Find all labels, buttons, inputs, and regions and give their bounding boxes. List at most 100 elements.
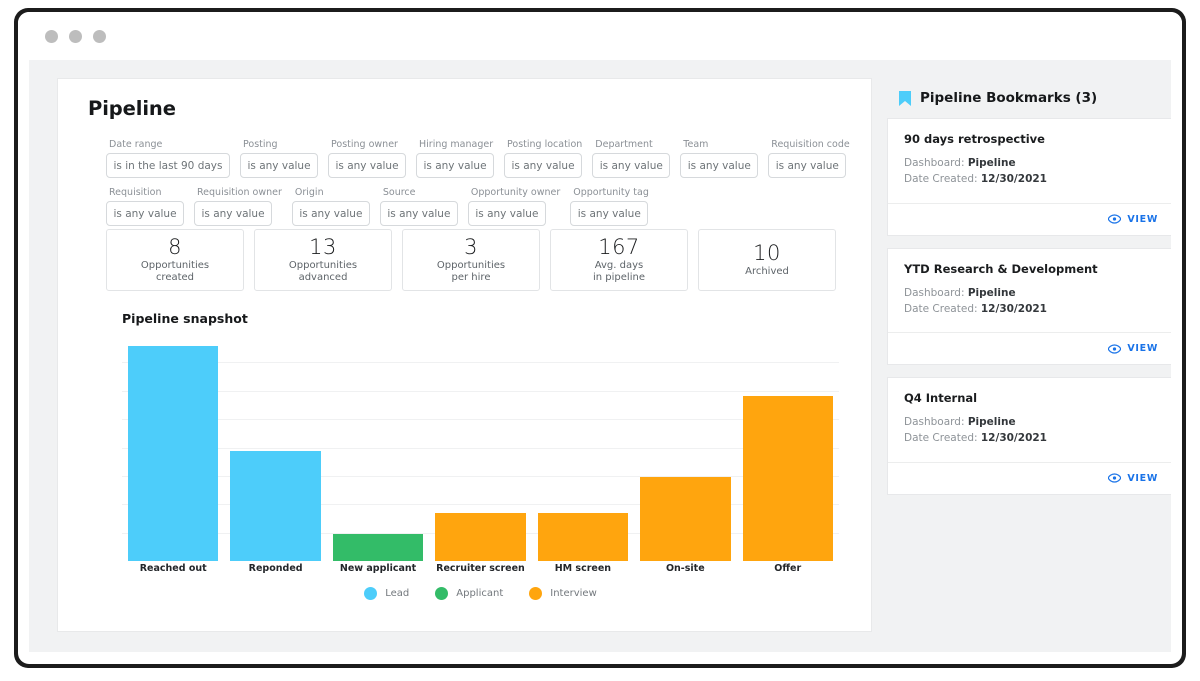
- filter-value-input[interactable]: is any value: [240, 153, 318, 178]
- view-button[interactable]: VIEW: [1108, 214, 1158, 225]
- chart-bar[interactable]: [128, 346, 218, 561]
- kpi-card: 3Opportunitiesper hire: [402, 229, 540, 291]
- view-button[interactable]: VIEW: [1108, 343, 1158, 354]
- filter-requisition-owner: Requisition owneris any value: [194, 187, 282, 226]
- bookmark-card[interactable]: YTD Research & DevelopmentDashboard: Pip…: [887, 248, 1171, 366]
- bookmarks-header: Pipeline Bookmarks (3): [887, 78, 1171, 118]
- chart-bar[interactable]: [230, 451, 320, 561]
- filter-label: Team: [680, 139, 758, 150]
- chart-plot-area: [122, 334, 839, 561]
- filter-value-input[interactable]: is any value: [194, 201, 272, 226]
- legend-label: Applicant: [456, 588, 503, 599]
- filter-posting-location: Posting location is any value: [504, 139, 582, 178]
- chart-x-label: New applicant: [327, 563, 429, 574]
- bar-slot: [327, 334, 429, 561]
- pipeline-dashboard-card: Pipeline Date rangeis in the last 90 day…: [57, 78, 872, 632]
- chart-bar[interactable]: [538, 513, 628, 561]
- kpi-label: Archived: [745, 266, 789, 278]
- filter-value-input[interactable]: is any value: [570, 201, 648, 226]
- filter-hiring-manager: Hiring manageris any value: [416, 139, 494, 178]
- filter-requisition-code: Requisition code is any value: [768, 139, 849, 178]
- filter-value-input[interactable]: is any value: [768, 153, 846, 178]
- chart-title: Pipeline snapshot: [122, 311, 248, 326]
- filter-value-input[interactable]: is any value: [416, 153, 494, 178]
- app-canvas: Pipeline Date range is in the last 90 day…: [29, 60, 1171, 652]
- bookmark-date-created: Date Created: 12/30/2021: [904, 301, 1160, 317]
- chart-x-label: On-site: [634, 563, 736, 574]
- chart-bar[interactable]: [333, 534, 423, 561]
- pipeline-bookmarks-panel: Pipeline Bookmarks (3) 90 days retrospec…: [887, 78, 1171, 507]
- bar-slot: [737, 334, 839, 561]
- pipeline-snapshot-chart: Reached outRepondedNew applicantRecruite…: [122, 334, 839, 604]
- filter-posting-owner: Posting owneris any value: [328, 139, 406, 178]
- chart-bar[interactable]: [743, 396, 833, 561]
- bar-slot: [122, 334, 224, 561]
- bookmark-dashboard-value: Pipeline: [968, 157, 1016, 169]
- filter-label: Department: [592, 139, 670, 150]
- kpi-value: 10: [753, 242, 781, 264]
- bookmark-dashboard-label: Dashboard:: [904, 157, 968, 169]
- filter-label: Origin: [292, 187, 370, 198]
- bookmark-date-value: 12/30/2021: [981, 173, 1047, 185]
- minimize-dot[interactable]: [69, 30, 82, 43]
- view-button[interactable]: VIEW: [1108, 473, 1158, 484]
- filter-posting: Postingis any value: [240, 139, 318, 178]
- bookmark-dashboard-value: Pipeline: [968, 416, 1016, 428]
- filter-label: Posting location: [504, 139, 582, 150]
- filter-label: Date range: [106, 139, 230, 150]
- view-button-label: VIEW: [1127, 343, 1158, 354]
- kpi-card-row: 8Opportunitiescreated13Opportunitiesadva…: [106, 229, 836, 291]
- bookmark-body: YTD Research & DevelopmentDashboard: Pip…: [888, 249, 1171, 333]
- bookmark-date-value: 12/30/2021: [981, 303, 1047, 315]
- filter-label: Requisition: [106, 187, 184, 198]
- chart-x-axis-labels: Reached outRepondedNew applicantRecruite…: [122, 563, 839, 574]
- kpi-value: 13: [309, 236, 337, 258]
- filter-value-input[interactable]: is any value: [328, 153, 406, 178]
- bookmarks-title: Pipeline Bookmarks (3): [920, 90, 1097, 106]
- bookmark-date-label: Date Created:: [904, 432, 978, 444]
- filter-value-input[interactable]: is any value: [106, 201, 184, 226]
- filter-value-input[interactable]: is any value: [468, 201, 546, 226]
- legend-swatch-icon: [529, 587, 542, 600]
- filter-value-input[interactable]: is any value: [380, 201, 458, 226]
- chart-x-label: Reached out: [122, 563, 224, 574]
- chart-bar[interactable]: [435, 513, 525, 561]
- chart-x-label: Offer: [737, 563, 839, 574]
- bookmark-dashboard-label: Dashboard:: [904, 287, 968, 299]
- filter-label: Source: [380, 187, 458, 198]
- filter-value-input[interactable]: is in the last 90 days: [106, 153, 230, 178]
- bookmark-footer: VIEW: [888, 332, 1171, 364]
- filter-value-input[interactable]: is any value: [592, 153, 670, 178]
- kpi-card: 13Opportunitiesadvanced: [254, 229, 392, 291]
- close-dot[interactable]: [45, 30, 58, 43]
- eye-icon: [1108, 214, 1121, 224]
- filter-department: Department is any value: [592, 139, 670, 178]
- legend-item[interactable]: Lead: [364, 587, 409, 600]
- filter-value-input[interactable]: is any value: [504, 153, 582, 178]
- filter-team: Team is any value: [680, 139, 758, 178]
- bookmark-card[interactable]: Q4 InternalDashboard: PipelineDate Creat…: [887, 377, 1171, 495]
- filter-bar: Date range is in the last 90 days Postingi…: [106, 139, 846, 226]
- bookmark-date-label: Date Created:: [904, 303, 978, 315]
- maximize-dot[interactable]: [93, 30, 106, 43]
- bookmark-date-value: 12/30/2021: [981, 432, 1047, 444]
- chart-legend: Lead Applicant Interview: [122, 587, 839, 600]
- chart-x-label: Reponded: [224, 563, 326, 574]
- filter-label: Opportunity owner: [468, 187, 560, 198]
- filter-value-input[interactable]: is any value: [680, 153, 758, 178]
- kpi-label: Opportunitiesadvanced: [289, 260, 357, 285]
- chart-bar[interactable]: [640, 477, 730, 561]
- legend-item[interactable]: Interview: [529, 587, 597, 600]
- bar-slot: [634, 334, 736, 561]
- filter-label: Requisition code: [768, 139, 849, 150]
- bookmark-card[interactable]: 90 days retrospectiveDashboard: Pipeline…: [887, 118, 1171, 236]
- legend-item[interactable]: Applicant: [435, 587, 503, 600]
- bookmarks-list: 90 days retrospectiveDashboard: Pipeline…: [887, 118, 1171, 495]
- browser-window: Pipeline Date range is in the last 90 day…: [18, 12, 1182, 664]
- view-button-label: VIEW: [1127, 473, 1158, 484]
- bookmark-dashboard-label: Dashboard:: [904, 416, 968, 428]
- bookmark-date-label: Date Created:: [904, 173, 978, 185]
- bar-slot: [532, 334, 634, 561]
- kpi-value: 3: [464, 236, 478, 258]
- filter-value-input[interactable]: is any value: [292, 201, 370, 226]
